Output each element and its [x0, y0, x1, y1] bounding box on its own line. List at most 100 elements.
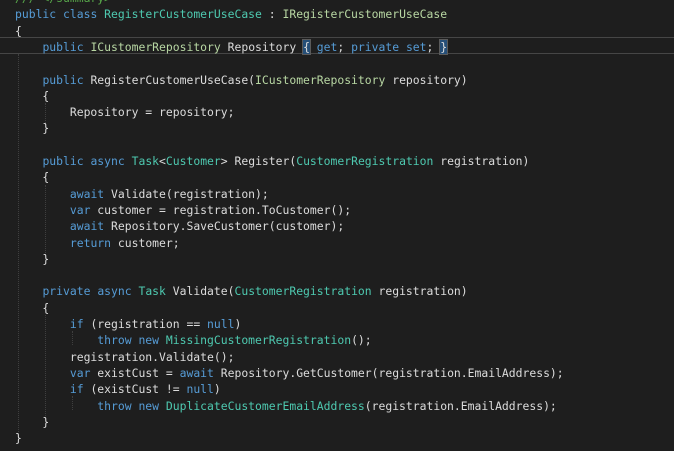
code-token: CustomerRegistration	[296, 154, 434, 168]
code-token: MissingCustomerRegistration	[165, 333, 352, 348]
code-token: registration)	[371, 284, 468, 299]
code-token: {	[302, 38, 311, 55]
code-token: public	[42, 154, 84, 168]
code-line[interactable]: var customer = registration.ToCustomer()…	[15, 202, 351, 218]
code-token: {	[15, 300, 50, 315]
code-line[interactable]: registration.Validate();	[15, 349, 235, 365]
code-token: ();	[351, 333, 372, 348]
code-token: public	[42, 39, 84, 54]
code-token: Repository = repository;	[15, 105, 235, 120]
code-line[interactable]: throw new MissingCustomerRegistration();	[15, 332, 372, 348]
code-token: }	[15, 414, 50, 429]
code-token: )	[234, 317, 242, 331]
code-token: await	[179, 365, 214, 380]
code-line[interactable]: var existCust = await Repository.GetCust…	[15, 365, 564, 381]
code-token: <	[159, 154, 166, 168]
code-editor[interactable]: /// </summary>public class RegisterCusto…	[0, 0, 674, 451]
code-token: )	[213, 382, 221, 397]
code-token: private	[351, 39, 400, 54]
code-token: public	[42, 72, 84, 87]
code-token: ;	[426, 39, 441, 54]
code-token: > Register(	[220, 154, 297, 168]
code-token: throw	[97, 398, 132, 413]
code-line[interactable]: {	[15, 169, 49, 185]
code-token: private	[42, 284, 91, 299]
code-token: return	[69, 235, 112, 250]
code-line[interactable]: {	[15, 88, 49, 104]
code-line[interactable]: public RegisterCustomerUseCase(ICustomer…	[15, 72, 468, 88]
code-token: public	[15, 7, 57, 22]
code-token: {	[15, 170, 50, 185]
code-token: var	[69, 202, 91, 217]
code-token: RegisterCustomerUseCase(	[83, 72, 256, 87]
code-token: Task	[131, 154, 160, 168]
code-line[interactable]: await Repository.SaveCustomer(customer);	[15, 218, 344, 234]
code-token: }	[15, 431, 22, 446]
code-token: customer = registration.ToCustomer();	[90, 202, 352, 217]
code-token: ICustomerRepository	[255, 72, 386, 87]
code-token: :	[261, 7, 283, 22]
code-line[interactable]: }	[15, 251, 49, 267]
code-token: get	[316, 39, 338, 54]
code-line[interactable]: {	[15, 300, 49, 316]
code-token: if	[69, 317, 84, 331]
code-line[interactable]: public class RegisterCustomerUseCase : I…	[15, 6, 447, 22]
code-line[interactable]: Repository = repository;	[15, 104, 235, 120]
code-token: {	[15, 88, 50, 103]
code-line[interactable]: public ICustomerRepository Repository { …	[15, 38, 449, 55]
code-line[interactable]: await Validate(registration);	[15, 186, 269, 202]
code-token: new	[138, 333, 160, 348]
code-token: var	[69, 365, 91, 380]
code-token: RegisterCustomerUseCase	[104, 7, 262, 22]
code-line[interactable]: return customer;	[15, 235, 180, 251]
code-line[interactable]: throw new DuplicateCustomerEmailAddress(…	[15, 398, 557, 414]
code-token: }	[439, 38, 449, 55]
code-line[interactable]: }	[15, 430, 22, 446]
code-line[interactable]: public async Task<Customer> Register(Cus…	[15, 153, 529, 169]
code-token: {	[15, 23, 22, 38]
code-line[interactable]: if (registration == null)	[15, 316, 241, 332]
code-token: Task	[138, 284, 166, 299]
code-token: DuplicateCustomerEmailAddress	[165, 398, 365, 413]
code-token: /// </summary>	[15, 0, 111, 5]
code-line[interactable]: /// </summary>	[15, 0, 111, 6]
code-line[interactable]: }	[15, 414, 49, 430]
code-line[interactable]: }	[15, 120, 49, 136]
code-token: set	[405, 39, 427, 54]
code-token: throw	[97, 333, 132, 348]
code-token: await	[69, 219, 105, 234]
code-token: repository)	[385, 72, 468, 87]
code-line[interactable]: if (existCust != null)	[15, 381, 221, 397]
code-token: Validate(	[165, 284, 235, 299]
code-token: Validate(registration);	[104, 186, 269, 201]
code-token: await	[69, 186, 105, 201]
code-token: async	[97, 284, 132, 299]
code-token: Customer	[165, 154, 221, 168]
code-line[interactable]: {	[15, 23, 22, 39]
code-token: }	[15, 251, 50, 266]
code-token: ;	[337, 39, 352, 54]
code-token: class	[63, 7, 98, 22]
code-token: null	[186, 382, 214, 397]
code-line[interactable]: private async Task Validate(CustomerRegi…	[15, 283, 468, 299]
code-token: Repository.SaveCustomer(customer);	[104, 219, 345, 234]
code-token: registration.Validate();	[15, 349, 235, 364]
code-token: (registration.EmailAddress);	[364, 398, 557, 413]
code-token: IRegisterCustomerUseCase	[282, 7, 448, 22]
